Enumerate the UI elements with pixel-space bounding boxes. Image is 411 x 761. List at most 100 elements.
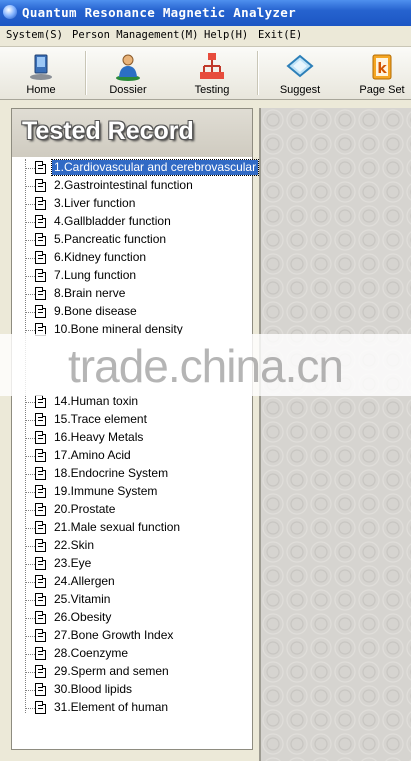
tree-item[interactable]: 15.Trace element bbox=[12, 411, 252, 429]
suggest-button[interactable]: Suggest bbox=[268, 49, 332, 97]
tree-item[interactable]: 27.Bone Growth Index bbox=[12, 627, 252, 645]
menu-bar: System(S) Person Management(M) Help(H) E… bbox=[0, 26, 411, 47]
tree-connector bbox=[25, 546, 35, 547]
svg-text:k: k bbox=[377, 61, 387, 77]
document-icon bbox=[35, 233, 46, 246]
document-icon bbox=[35, 683, 46, 696]
toolbar: Home Dossier Testing Suggest k Page Set bbox=[0, 47, 411, 100]
document-icon bbox=[35, 557, 46, 570]
tree-item[interactable]: 4.Gallbladder function bbox=[12, 213, 252, 231]
app-icon bbox=[3, 5, 17, 19]
tree-item[interactable]: 6.Kidney function bbox=[12, 249, 252, 267]
tree-item[interactable]: 25.Vitamin bbox=[12, 591, 252, 609]
tree-item-label: 1.Cardiovascular and cerebrovascular bbox=[50, 159, 260, 176]
document-icon bbox=[35, 539, 46, 552]
tree-item[interactable]: 2.Gastrointestinal function bbox=[12, 177, 252, 195]
window-title: Quantum Resonance Magnetic Analyzer bbox=[22, 5, 296, 20]
tree-item[interactable]: 29.Sperm and semen bbox=[12, 663, 252, 681]
tree-item-label: 3.Liver function bbox=[54, 196, 136, 210]
document-icon bbox=[35, 197, 46, 210]
tree-item[interactable]: 31.Element of human bbox=[12, 699, 252, 717]
document-icon bbox=[35, 665, 46, 678]
suggest-label: Suggest bbox=[279, 84, 321, 96]
tree-item-label: 7.Lung function bbox=[54, 268, 137, 282]
menu-exit[interactable]: Exit(E) bbox=[258, 29, 302, 41]
document-icon bbox=[35, 449, 46, 462]
tree-connector bbox=[25, 708, 35, 709]
dossier-button[interactable]: Dossier bbox=[96, 49, 160, 97]
tree-item[interactable]: 23.Eye bbox=[12, 555, 252, 573]
document-icon bbox=[35, 251, 46, 264]
tree-connector bbox=[25, 474, 35, 475]
document-icon bbox=[35, 467, 46, 480]
menu-help[interactable]: Help(H) bbox=[204, 29, 248, 41]
tree-item[interactable]: 20.Prostate bbox=[12, 501, 252, 519]
watermark: trade.china.cn bbox=[68, 340, 344, 392]
page-set-button[interactable]: k Page Set bbox=[352, 49, 411, 97]
tree-item-label: 20.Prostate bbox=[54, 502, 116, 516]
tree-item-label: 5.Pancreatic function bbox=[54, 232, 167, 246]
diamond-icon bbox=[286, 54, 314, 78]
tree-item-label: 6.Kidney function bbox=[54, 250, 147, 264]
home-button[interactable]: Home bbox=[10, 49, 72, 97]
tree-item[interactable]: 5.Pancreatic function bbox=[12, 231, 252, 249]
tree-item-label: 26.Obesity bbox=[54, 610, 112, 624]
tree-connector bbox=[25, 204, 35, 205]
tree-item[interactable]: 3.Liver function bbox=[12, 195, 252, 213]
tree-item-label: 18.Endocrine System bbox=[54, 466, 169, 480]
tree-item[interactable]: 9.Bone disease bbox=[12, 303, 252, 321]
tree-item[interactable]: 18.Endocrine System bbox=[12, 465, 252, 483]
tree-connector bbox=[25, 618, 35, 619]
tree-item-label: 15.Trace element bbox=[54, 412, 147, 426]
tree-item[interactable]: 28.Coenzyme bbox=[12, 645, 252, 663]
tree-item[interactable]: 19.Immune System bbox=[12, 483, 252, 501]
tree-item[interactable]: 24.Allergen bbox=[12, 573, 252, 591]
person-icon bbox=[116, 54, 140, 81]
menu-system[interactable]: System(S) bbox=[6, 29, 63, 41]
testing-label: Testing bbox=[194, 84, 230, 96]
testing-button[interactable]: Testing bbox=[180, 49, 244, 97]
tree-item[interactable]: 21.Male sexual function bbox=[12, 519, 252, 537]
tree-item[interactable]: 16.Heavy Metals bbox=[12, 429, 252, 447]
document-icon bbox=[35, 161, 46, 174]
tree-item[interactable]: 22.Skin bbox=[12, 537, 252, 555]
tree-item[interactable]: 1.Cardiovascular and cerebrovascular bbox=[12, 159, 260, 177]
tree-item[interactable]: 8.Brain nerve bbox=[12, 285, 252, 303]
tree-connector bbox=[25, 510, 35, 511]
tree-connector bbox=[25, 240, 35, 241]
tree-item-label: 2.Gastrointestinal function bbox=[54, 178, 193, 192]
tree-connector bbox=[25, 402, 35, 403]
page-set-label: Page Set bbox=[359, 84, 405, 96]
tree-connector bbox=[25, 672, 35, 673]
tree-connector bbox=[25, 168, 35, 169]
document-icon bbox=[35, 215, 46, 228]
tree-connector bbox=[25, 258, 35, 259]
document-icon bbox=[35, 503, 46, 516]
tree-connector bbox=[25, 312, 35, 313]
menu-person-management[interactable]: Person Management(M) bbox=[72, 29, 198, 41]
document-icon bbox=[35, 593, 46, 606]
tree-connector bbox=[25, 582, 35, 583]
tree-connector bbox=[25, 438, 35, 439]
tree-item-label: 31.Element of human bbox=[54, 700, 169, 714]
tree-connector bbox=[25, 456, 35, 457]
tree-item-label: 25.Vitamin bbox=[54, 592, 111, 606]
tree-connector bbox=[25, 600, 35, 601]
tree-connector bbox=[25, 330, 35, 331]
document-icon bbox=[35, 305, 46, 318]
tree-connector bbox=[25, 528, 35, 529]
tree-item[interactable]: 7.Lung function bbox=[12, 267, 252, 285]
tree-item-label: 27.Bone Growth Index bbox=[54, 628, 174, 642]
title-bar: Quantum Resonance Magnetic Analyzer bbox=[0, 0, 411, 26]
tree-item-label: 29.Sperm and semen bbox=[54, 664, 169, 678]
tree-item-label: 8.Brain nerve bbox=[54, 286, 126, 300]
tree-item-label: 19.Immune System bbox=[54, 484, 158, 498]
document-icon bbox=[35, 179, 46, 192]
tree-item[interactable]: 17.Amino Acid bbox=[12, 447, 252, 465]
document-icon bbox=[35, 269, 46, 282]
network-icon bbox=[200, 53, 224, 79]
tree-connector bbox=[25, 636, 35, 637]
tree-item[interactable]: 26.Obesity bbox=[12, 609, 252, 627]
tree-item[interactable]: 30.Blood lipids bbox=[12, 681, 252, 699]
tested-record-panel: Tested Record 1.Cardiovascular and cereb… bbox=[11, 108, 260, 750]
